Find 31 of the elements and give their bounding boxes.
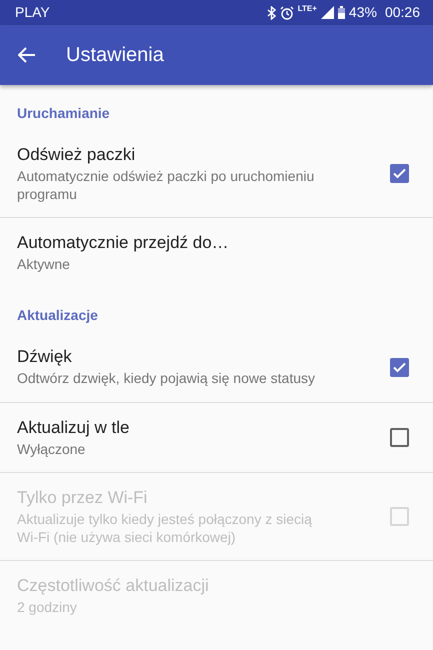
battery-icon — [338, 6, 345, 19]
checkbox[interactable] — [390, 164, 409, 184]
setting-title: Częstotliwość aktualizacji — [17, 575, 210, 597]
setting-title: Aktualizuj w tle — [17, 416, 130, 439]
setting-summary: Aktualizuje tylko kiedy jesteś połączony z siecią Wi-Fi (nie używa sieci komórkowej) — [17, 510, 313, 546]
carrier-name: PLAY — [15, 3, 50, 22]
checkbox[interactable] — [390, 358, 409, 376]
signal-icon — [320, 6, 334, 19]
setting-summary: Odtwórz dzwięk, kiedy pojawią się nowe statusy — [17, 369, 316, 388]
back-arrow-icon[interactable] — [18, 47, 36, 63]
checkbox[interactable] — [390, 428, 409, 447]
settings-item[interactable]: Dźwięk Odtwórz dzwięk, kiedy pojawią się nowe statusy — [0, 332, 433, 403]
setting-summary: Wyłączone — [17, 440, 86, 458]
setting-summary: Automatycznie odśwież paczki po uruchomieniu programu — [17, 166, 316, 204]
settings-item[interactable]: Odśwież paczki Automatycznie odśwież paczki po uruchomieniu programu — [0, 130, 433, 218]
setting-title: Tylko przez Wi-Fi — [17, 486, 148, 509]
clock-time: 00:26 — [384, 3, 420, 22]
section-header: Uruchamianie — [16, 104, 111, 123]
setting-summary: Aktywne — [17, 255, 71, 274]
section-header: Aktualizacje — [16, 306, 99, 326]
setting-title: Automatycznie przejdź do… — [17, 232, 230, 254]
alarm-clock-icon — [280, 6, 294, 20]
bluetooth-icon — [266, 6, 276, 20]
setting-title: Odśwież paczki — [17, 144, 136, 166]
battery-percent: 43% — [348, 3, 377, 22]
network-type-label: LTE+ — [298, 3, 317, 15]
setting-summary: 2 godziny — [17, 598, 78, 616]
screen-title: Ustawienia — [66, 43, 164, 67]
setting-title: Dźwięk — [17, 346, 73, 368]
settings-item[interactable]: Aktualizuj w tle Wyłączone — [0, 402, 433, 473]
settings-item[interactable]: Automatycznie przejdź do… Aktywne — [0, 218, 433, 288]
